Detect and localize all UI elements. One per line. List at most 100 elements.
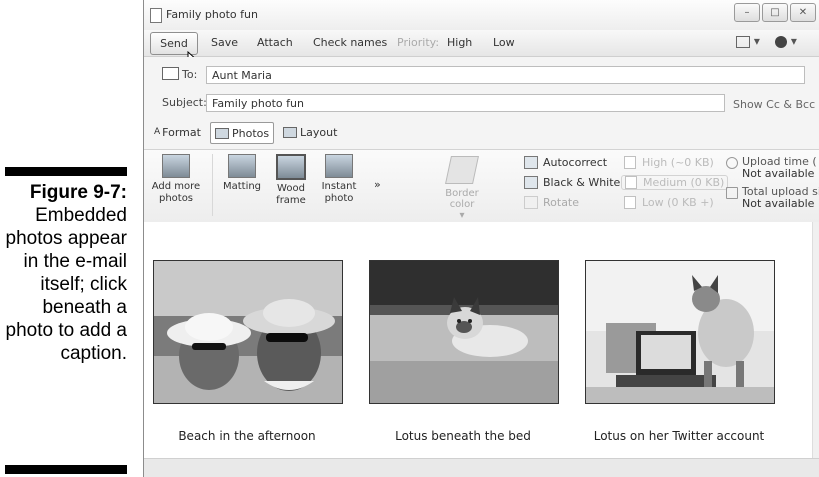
size-high-option[interactable]: High (~0 KB) — [624, 156, 714, 169]
autocorrect-button[interactable]: Autocorrect — [524, 156, 607, 169]
message-header: To: Aunt Maria Subject: Family photo fun… — [144, 57, 819, 149]
priority-high-button[interactable]: High — [447, 36, 472, 49]
show-cc-bcc-link[interactable]: Show Cc & Bcc — [733, 98, 815, 111]
size-medium-icon — [625, 176, 637, 189]
address-book-icon[interactable] — [162, 67, 179, 80]
tab-format-label: Format — [162, 125, 201, 139]
layout-icon — [283, 126, 297, 138]
photo-caption-1[interactable]: Beach in the afternoon — [153, 429, 341, 443]
border-color-arrow: ▾ — [459, 210, 465, 221]
tab-photos-label: Photos — [232, 126, 270, 140]
help-menu-arrow: ▾ — [790, 34, 797, 48]
instant-photo-button[interactable]: Instant photo — [318, 154, 360, 205]
clock-icon — [726, 157, 738, 169]
cat-laptop-photo-icon — [586, 261, 774, 403]
border-color-button[interactable]: Border color ▾ — [434, 156, 490, 221]
window-controls: – □ ✕ — [732, 3, 816, 22]
wood-frame-label-1: Wood — [277, 183, 305, 194]
upload-time-value: Not available — [742, 167, 815, 180]
more-styles-button[interactable]: » — [374, 178, 381, 191]
size-medium-label: Medium (0 KB) — [643, 176, 725, 189]
tab-layout-label: Layout — [300, 125, 338, 139]
attach-button[interactable]: Attach — [257, 36, 293, 49]
command-toolbar: Send Save Attach Check names Priority: H… — [144, 30, 819, 69]
photo-caption-3[interactable]: Lotus on her Twitter account — [569, 429, 789, 443]
subject-label: Subject: — [162, 96, 207, 109]
upload-size-icon — [726, 187, 738, 199]
check-names-button[interactable]: Check names — [313, 36, 387, 49]
photo-cat-laptop[interactable] — [585, 260, 775, 404]
matting-button[interactable]: Matting — [220, 154, 264, 193]
window-title: Family photo fun — [166, 8, 258, 21]
flag-menu[interactable]: ▾ — [736, 34, 760, 48]
minimize-button[interactable]: – — [734, 3, 760, 22]
flag-menu-arrow: ▾ — [753, 34, 760, 48]
autocorrect-icon — [524, 156, 538, 169]
cat-under-bed-photo-icon — [370, 261, 558, 403]
mail-compose-window: Family photo fun – □ ✕ Send Save Attach … — [143, 0, 819, 477]
tab-format[interactable]: A Format — [154, 122, 201, 142]
add-more-photos-button[interactable]: Add more photos — [150, 154, 202, 205]
save-button[interactable]: Save — [211, 36, 238, 49]
priority-low-button[interactable]: Low — [493, 36, 515, 49]
size-medium-option[interactable]: Medium (0 KB) — [621, 175, 729, 190]
tab-layout[interactable]: Layout — [283, 122, 337, 142]
help-icon — [775, 35, 787, 48]
upload-time-info: Upload time ( 7 ) Not available — [726, 156, 819, 180]
rotate-icon — [524, 196, 538, 209]
add-photo-icon — [162, 154, 190, 178]
priority-label: Priority: — [397, 36, 440, 49]
black-white-icon — [524, 176, 538, 189]
help-menu[interactable]: ▾ — [775, 34, 797, 48]
document-icon — [150, 8, 162, 23]
tab-photos[interactable]: Photos — [210, 122, 275, 144]
flag-icon — [736, 35, 750, 48]
photos-ribbon: Add more photos Matting Wood frame Insta… — [144, 149, 819, 223]
format-tabs: A Format Photos Layout — [144, 120, 819, 146]
status-bar — [144, 458, 819, 477]
instant-photo-label-2: photo — [324, 193, 354, 204]
maximize-button[interactable]: □ — [762, 3, 788, 22]
title-bar: Family photo fun – □ ✕ — [144, 0, 819, 30]
black-white-button[interactable]: Black & White — [524, 176, 620, 189]
add-more-label-1: Add more — [151, 181, 201, 192]
total-upload-info: Total upload size Not available — [726, 186, 819, 210]
border-color-icon — [445, 156, 479, 184]
rotate-label: Rotate — [543, 196, 580, 209]
close-button[interactable]: ✕ — [790, 3, 816, 22]
photo-caption-2[interactable]: Lotus beneath the bed — [369, 429, 557, 443]
vertical-scrollbar[interactable] — [812, 222, 819, 458]
to-field[interactable]: Aunt Maria — [206, 66, 805, 84]
matting-icon — [228, 154, 256, 178]
matting-label: Matting — [222, 181, 262, 192]
photo-cat-bed[interactable] — [369, 260, 559, 404]
border-color-label: Border color — [445, 188, 479, 210]
instant-photo-icon — [325, 154, 353, 178]
total-upload-value: Not available — [742, 197, 815, 210]
instant-photo-label-1: Instant — [321, 181, 357, 192]
to-label: To: — [182, 68, 198, 81]
size-low-label: Low (0 KB +) — [642, 196, 714, 209]
wood-frame-icon — [276, 154, 306, 180]
figure-caption: Figure 9-7: Embedded photos appear in th… — [0, 181, 128, 365]
wood-frame-label-2: frame — [276, 195, 306, 206]
autocorrect-label: Autocorrect — [543, 156, 608, 169]
size-low-icon — [624, 196, 636, 209]
figure-bar-top — [5, 167, 127, 176]
photos-icon — [215, 127, 229, 139]
message-body[interactable]: Beach in the afternoon Lotus beneath the… — [144, 222, 819, 458]
photo-beach[interactable] — [153, 260, 343, 404]
ribbon-separator — [212, 154, 213, 216]
format-icon: A — [154, 127, 161, 137]
subject-field[interactable]: Family photo fun — [206, 94, 725, 112]
black-white-label: Black & White — [543, 176, 621, 189]
size-low-option[interactable]: Low (0 KB +) — [624, 196, 714, 209]
wood-frame-button[interactable]: Wood frame — [270, 154, 312, 207]
figure-bar-bottom — [5, 465, 127, 474]
figure-number: Figure 9-7: — [29, 182, 127, 203]
couple-beach-photo-icon — [154, 261, 342, 403]
figure-caption-text: Embedded photos appear in the e-mail its… — [5, 205, 128, 364]
add-more-label-2: photos — [158, 193, 194, 204]
size-high-icon — [624, 156, 636, 169]
rotate-button[interactable]: Rotate — [524, 196, 579, 209]
